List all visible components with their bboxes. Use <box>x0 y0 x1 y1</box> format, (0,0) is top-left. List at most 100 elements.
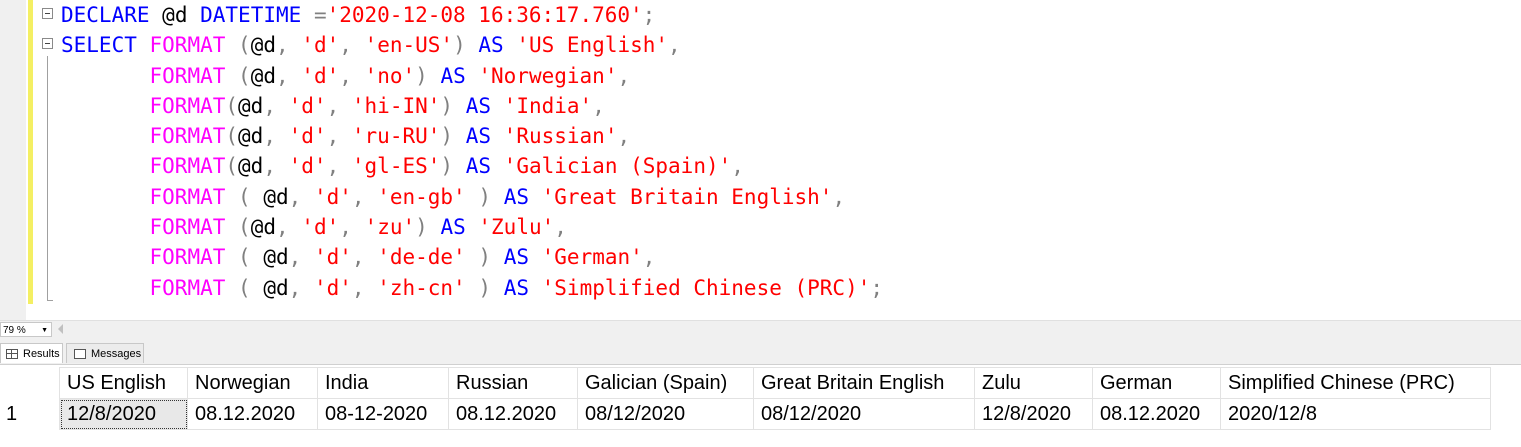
token: , <box>554 215 567 240</box>
column-header[interactable]: Norwegian <box>187 367 318 399</box>
token: AS <box>465 154 492 179</box>
token: , <box>288 245 302 270</box>
code-line-5: FORMAT(@d, 'd', 'ru-RU') AS 'Russian', <box>61 121 883 151</box>
column-header[interactable]: US English <box>59 367 188 399</box>
column-header[interactable]: Great Britain English <box>753 367 975 399</box>
token: , <box>326 124 340 149</box>
token: , <box>275 63 289 88</box>
zoom-dropdown[interactable]: 79 % ▼ <box>0 322 52 337</box>
token: , <box>592 93 605 118</box>
token: ( <box>238 184 251 209</box>
table-cell[interactable]: 08/12/2020 <box>577 398 754 430</box>
token: FORMAT <box>149 275 226 300</box>
column-header[interactable]: Galician (Spain) <box>577 367 754 399</box>
tab-results[interactable]: Results <box>0 343 63 363</box>
tab-messages[interactable]: Messages <box>66 343 144 363</box>
token: @d <box>250 33 276 58</box>
token: 'no' <box>364 63 416 88</box>
code-line-7: FORMAT ( @d, 'd', 'en-gb' ) AS 'Great Br… <box>61 182 883 212</box>
token: ) <box>415 215 428 240</box>
token: ( <box>238 215 251 240</box>
code-line-1: DECLARE @d DATETIME ='2020-12-08 16:36:1… <box>61 0 883 30</box>
table-cell[interactable]: 12/8/2020 <box>59 398 188 430</box>
token: 'Simplified Chinese (PRC)' <box>541 275 871 300</box>
token: 'd' <box>288 154 327 179</box>
table-cell[interactable]: 08/12/2020 <box>753 398 975 430</box>
query-editor[interactable]: DECLARE @d DATETIME ='2020-12-08 16:36:1… <box>0 0 1521 320</box>
token: AS <box>503 184 529 209</box>
change-indicator-bar <box>28 0 33 304</box>
column-header[interactable]: German <box>1092 367 1221 399</box>
token: 'Norwegian' <box>478 63 618 88</box>
collapse-select-icon[interactable] <box>42 38 53 49</box>
token: 'zh-cn' <box>377 275 466 300</box>
code-line-2: SELECT FORMAT (@d, 'd', 'en-US') AS 'US … <box>61 30 883 60</box>
table-cell[interactable]: 2020/12/8 <box>1220 398 1491 430</box>
token: ( <box>238 33 251 58</box>
token: , <box>263 93 276 118</box>
token: 'd' <box>288 93 327 118</box>
token: ( <box>238 63 251 88</box>
token: 'd' <box>313 245 352 270</box>
token: AS <box>465 93 492 118</box>
table-cell[interactable]: 12/8/2020 <box>974 398 1093 430</box>
table-cell[interactable]: 08.12.2020 <box>1092 398 1221 430</box>
table-cell[interactable]: 08.12.2020 <box>187 398 318 430</box>
column-header[interactable]: Zulu <box>974 367 1093 399</box>
token: ; <box>642 3 656 27</box>
token: @d <box>250 63 276 88</box>
token: 'd' <box>301 215 340 240</box>
token: @d <box>263 184 289 209</box>
token: ) <box>478 245 492 270</box>
column-header[interactable]: Simplified Chinese (PRC) <box>1220 367 1491 399</box>
row-number[interactable]: 1 <box>0 399 60 430</box>
code-line-10: FORMAT ( @d, 'd', 'zh-cn' ) AS 'Simplifi… <box>61 273 884 303</box>
token: , <box>617 124 631 149</box>
token: '2020-12-08 16:36:17.760' <box>326 3 643 27</box>
token: 'Russian' <box>503 124 618 149</box>
tab-results-label: Results <box>23 348 60 360</box>
token: , <box>832 184 846 209</box>
zoom-level: 79 % <box>3 325 26 336</box>
token: DATETIME <box>200 3 302 27</box>
token: , <box>326 154 340 179</box>
code-line-4: FORMAT(@d, 'd', 'hi-IN') AS 'India', <box>61 91 883 121</box>
table-row[interactable]: 1 12/8/2020 08.12.2020 08-12-2020 08.12.… <box>0 398 1491 430</box>
code-line-3: FORMAT (@d, 'd', 'no') AS 'Norwegian', <box>61 61 883 91</box>
token: AS <box>478 33 504 58</box>
collapse-declare-icon[interactable] <box>42 8 53 19</box>
code-area[interactable]: DECLARE @d DATETIME ='2020-12-08 16:36:1… <box>61 0 883 303</box>
token: @d <box>263 245 289 270</box>
token: 'd' <box>301 63 340 88</box>
token: 'd' <box>288 124 327 149</box>
header-row: US English Norwegian India Russian Galic… <box>0 367 1491 399</box>
code-line-9: FORMAT ( @d, 'd', 'de-de' ) AS 'German', <box>61 242 883 272</box>
token: @d <box>238 154 264 179</box>
token: FORMAT <box>149 245 226 270</box>
token: DECLARE <box>61 3 150 27</box>
column-header[interactable]: Russian <box>448 367 578 399</box>
token: ) <box>478 275 492 300</box>
token: 'Zulu' <box>478 215 555 240</box>
table-cell[interactable]: 08.12.2020 <box>448 398 578 430</box>
token: 'US English' <box>516 33 669 58</box>
token: , <box>339 63 352 88</box>
token: 'd' <box>313 184 352 209</box>
results-grid[interactable]: US English Norwegian India Russian Galic… <box>0 364 1521 447</box>
token: 'd' <box>301 33 340 58</box>
token: , <box>263 124 276 149</box>
token: , <box>275 33 289 58</box>
code-line-8: FORMAT (@d, 'd', 'zu') AS 'Zulu', <box>61 212 883 242</box>
token: 'gl-ES' <box>351 154 441 179</box>
token: , <box>263 154 276 179</box>
token: , <box>351 245 365 270</box>
token: SELECT <box>61 33 137 58</box>
tab-messages-label: Messages <box>91 348 142 360</box>
column-header[interactable]: India <box>317 367 449 399</box>
token: AS <box>503 275 529 300</box>
scroll-left-arrow-icon[interactable] <box>58 324 63 334</box>
editor-status-bar: 79 % ▼ <box>0 320 1521 339</box>
token: 'en-US' <box>364 33 454 58</box>
table-cell[interactable]: 08-12-2020 <box>317 398 449 430</box>
token: FORMAT <box>149 93 226 118</box>
